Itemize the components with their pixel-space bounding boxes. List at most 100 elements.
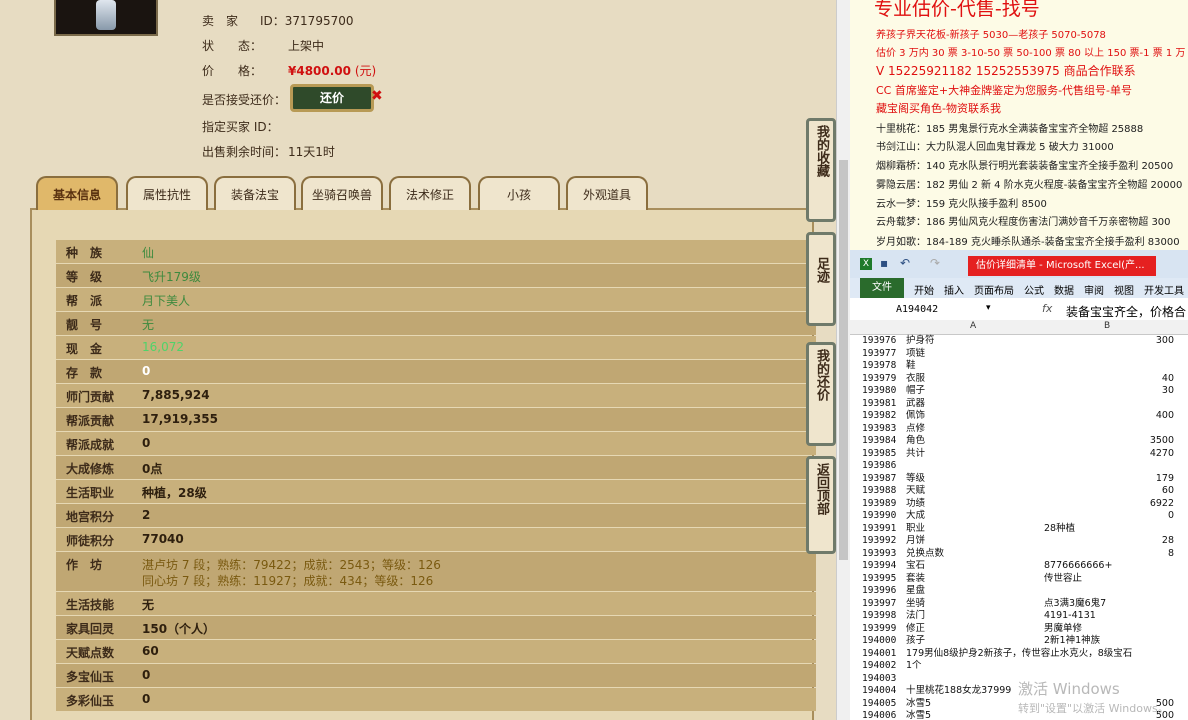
ribbon-tab-developer[interactable]: 开发工具	[1144, 282, 1184, 297]
row-number[interactable]: 193983	[862, 423, 896, 436]
row-number[interactable]: 193982	[862, 410, 896, 423]
cell-a[interactable]: 大成	[906, 510, 925, 523]
undo-icon[interactable]: ↶	[900, 256, 910, 270]
my-counter-offers-button[interactable]: 我的还价	[806, 342, 836, 446]
my-favorites-button[interactable]: 我的收藏	[806, 118, 836, 222]
cell-b[interactable]: 男魔单修	[1044, 623, 1174, 636]
tab-basic-info[interactable]: 基本信息	[36, 176, 118, 210]
cell-a[interactable]: 帽子	[906, 385, 925, 398]
cell-a[interactable]: 法门	[906, 610, 925, 623]
cell-b[interactable]: 6922	[1044, 498, 1174, 511]
cell-a[interactable]: 十里桃花188女龙37999	[906, 685, 1011, 698]
row-number[interactable]: 193985	[862, 448, 896, 461]
row-number[interactable]: 194006	[862, 710, 896, 720]
row-number[interactable]: 193977	[862, 348, 896, 361]
cell-a[interactable]: 宝石	[906, 560, 925, 573]
footprints-button[interactable]: 足迹	[806, 232, 836, 326]
row-number[interactable]: 193996	[862, 585, 896, 598]
ribbon-tab-layout[interactable]: 页面布局	[974, 282, 1014, 297]
cell-a[interactable]: 共计	[906, 448, 925, 461]
row-number[interactable]: 193986	[862, 460, 896, 473]
cell-a[interactable]: 坐骑	[906, 598, 925, 611]
table-row[interactable]: 193997 坐骑 点3满3魔6鬼7	[850, 598, 1188, 611]
cell-a[interactable]: 点修	[906, 423, 925, 436]
cell-a[interactable]: 1个	[906, 660, 922, 673]
tab-appearance[interactable]: 外观道具	[566, 176, 648, 210]
ribbon-tab-home[interactable]: 开始	[914, 282, 934, 297]
row-number[interactable]: 193978	[862, 360, 896, 373]
row-number[interactable]: 194001	[862, 648, 896, 661]
cell-b[interactable]: 4191-4131	[1044, 610, 1174, 623]
name-box[interactable]: A194042	[896, 304, 938, 315]
cell-a[interactable]: 179男仙8级护身2新孩子，传世容止水克火，8级宝石	[906, 648, 1132, 661]
cell-a[interactable]: 兑换点数	[906, 548, 944, 561]
cell-b[interactable]: 8	[1044, 548, 1174, 561]
row-number[interactable]: 194005	[862, 698, 896, 711]
cell-a[interactable]: 护身符	[906, 335, 935, 348]
cell-a[interactable]: 星盘	[906, 585, 925, 598]
cell-b[interactable]: 0	[1044, 510, 1174, 523]
row-number[interactable]: 194004	[862, 685, 896, 698]
cell-a[interactable]: 佩饰	[906, 410, 925, 423]
cell-b[interactable]: 8776666666+	[1044, 560, 1174, 573]
spreadsheet-grid[interactable]: 193976 护身符 300 193977 项链 193978 鞋 193979 衣服 40 193…	[850, 335, 1188, 720]
cell-a[interactable]: 套装	[906, 573, 925, 586]
cell-a[interactable]: 月饼	[906, 535, 925, 548]
table-row[interactable]: 193998 法门 4191-4131	[850, 610, 1188, 623]
table-row[interactable]: 193991 职业 28种植	[850, 523, 1188, 536]
table-row[interactable]: 193992 月饼 28	[850, 535, 1188, 548]
row-number[interactable]: 194002	[862, 660, 896, 673]
cell-b[interactable]: 28种植	[1044, 523, 1174, 536]
ribbon-tab-view[interactable]: 视图	[1114, 282, 1134, 297]
table-row[interactable]: 193983 点修	[850, 423, 1188, 436]
row-number[interactable]: 193990	[862, 510, 896, 523]
save-icon[interactable]: ▪	[880, 256, 888, 270]
table-row[interactable]: 193986	[850, 460, 1188, 473]
cell-a[interactable]: 孩子	[906, 635, 925, 648]
cell-b[interactable]: 400	[1044, 410, 1174, 423]
table-row[interactable]: 193994 宝石 8776666666+	[850, 560, 1188, 573]
row-number[interactable]: 194000	[862, 635, 896, 648]
cell-a[interactable]: 冰雪5	[906, 710, 931, 720]
row-number[interactable]: 193999	[862, 623, 896, 636]
column-header-a[interactable]: A	[970, 321, 976, 331]
row-number[interactable]: 193987	[862, 473, 896, 486]
table-row[interactable]: 193999 修正 男魔单修	[850, 623, 1188, 636]
table-row[interactable]: 194002 1个	[850, 660, 1188, 673]
ribbon-tab-formulas[interactable]: 公式	[1024, 282, 1044, 297]
cell-a[interactable]: 角色	[906, 435, 925, 448]
ribbon-tab-review[interactable]: 审阅	[1084, 282, 1104, 297]
cell-a[interactable]: 功绩	[906, 498, 925, 511]
cell-a[interactable]: 修正	[906, 623, 925, 636]
tab-attributes[interactable]: 属性抗性	[126, 176, 208, 210]
table-row[interactable]: 193984 角色 3500	[850, 435, 1188, 448]
cell-b[interactable]: 300	[1044, 335, 1174, 348]
table-row[interactable]: 193977 项链	[850, 348, 1188, 361]
scrollbar-thumb[interactable]	[839, 160, 848, 560]
cell-b[interactable]: 传世容止	[1044, 573, 1174, 586]
row-number[interactable]: 193993	[862, 548, 896, 561]
row-number[interactable]: 193981	[862, 398, 896, 411]
cell-b[interactable]: 3500	[1044, 435, 1174, 448]
cell-b[interactable]: 40	[1044, 373, 1174, 386]
row-number[interactable]: 193992	[862, 535, 896, 548]
file-tab[interactable]: 文件	[860, 278, 904, 298]
cell-b[interactable]: 点3满3魔6鬼7	[1044, 598, 1174, 611]
ribbon-tab-data[interactable]: 数据	[1054, 282, 1074, 297]
table-row[interactable]: 194001 179男仙8级护身2新孩子，传世容止水克火，8级宝石	[850, 648, 1188, 661]
row-number[interactable]: 193989	[862, 498, 896, 511]
cell-b[interactable]: 179	[1044, 473, 1174, 486]
dropdown-icon[interactable]: ▾	[986, 303, 991, 313]
table-row[interactable]: 193995 套装 传世容止	[850, 573, 1188, 586]
tab-children[interactable]: 小孩	[478, 176, 560, 210]
table-row[interactable]: 193987 等级 179	[850, 473, 1188, 486]
table-row[interactable]: 193993 兑换点数 8	[850, 548, 1188, 561]
table-row[interactable]: 193985 共计 4270	[850, 448, 1188, 461]
cell-a[interactable]: 衣服	[906, 373, 925, 386]
row-number[interactable]: 193988	[862, 485, 896, 498]
cell-a[interactable]: 等级	[906, 473, 925, 486]
row-number[interactable]: 193998	[862, 610, 896, 623]
table-row[interactable]: 193982 佩饰 400	[850, 410, 1188, 423]
cell-a[interactable]: 武器	[906, 398, 925, 411]
table-row[interactable]: 193976 护身符 300	[850, 335, 1188, 348]
